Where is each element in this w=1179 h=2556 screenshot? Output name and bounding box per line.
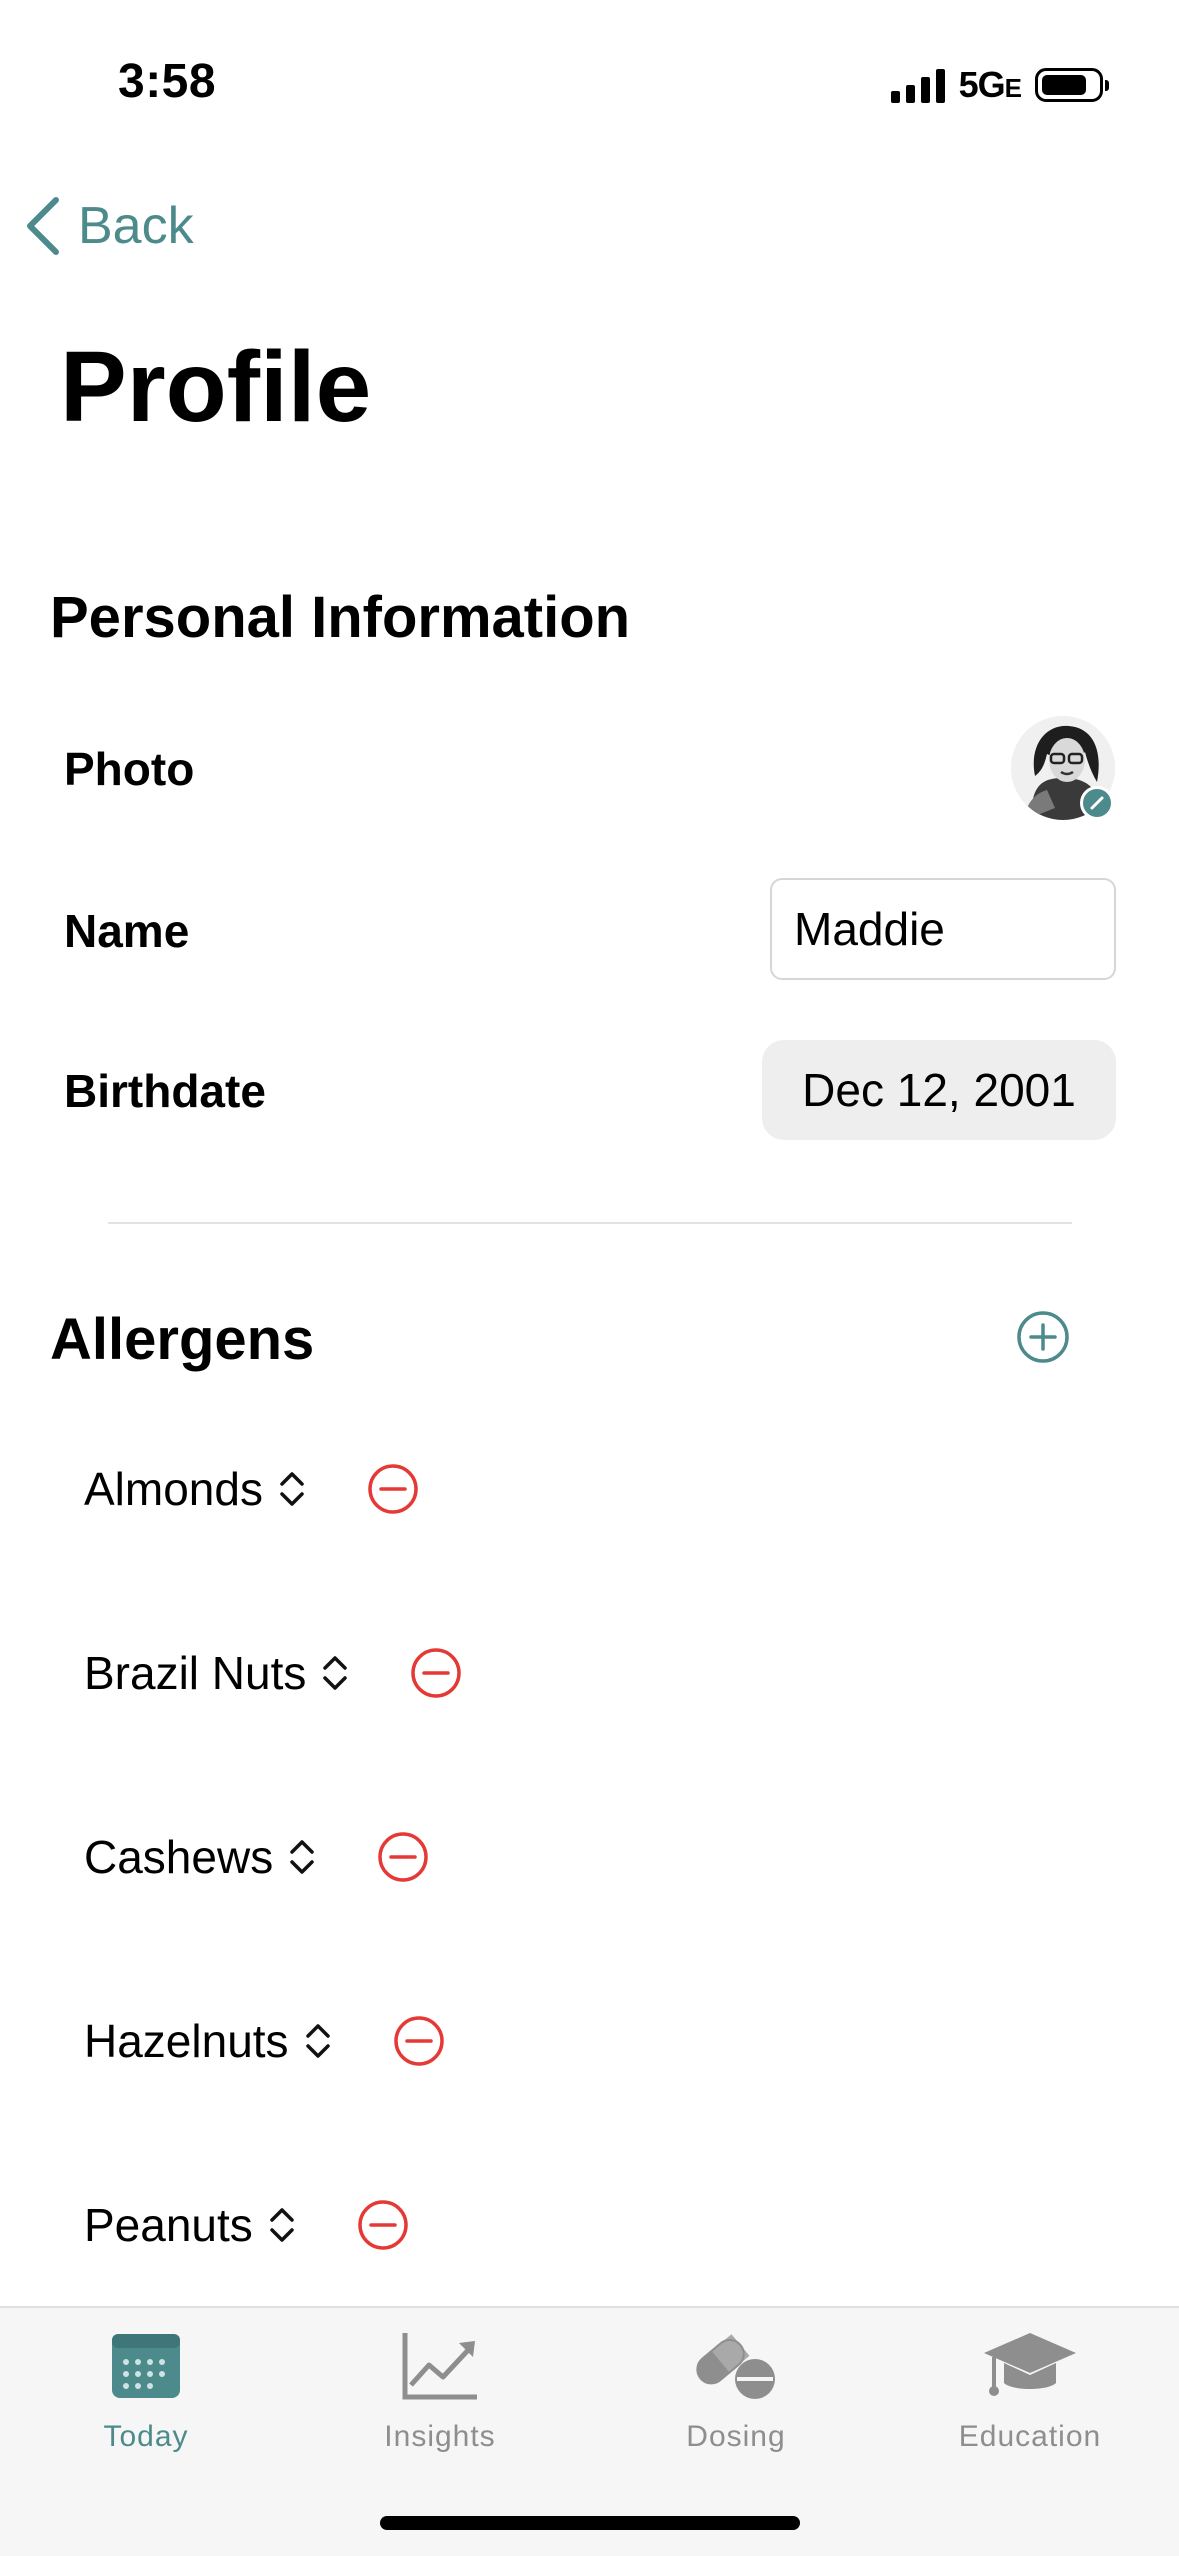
battery-icon <box>1035 68 1109 102</box>
up-down-chevron-icon <box>305 2024 330 2058</box>
page-title: Profile <box>60 331 372 443</box>
back-button[interactable]: Back <box>24 196 194 256</box>
allergen-label: Peanuts <box>84 2199 253 2251</box>
photo-label: Photo <box>64 743 195 795</box>
up-down-chevron-icon <box>290 1840 314 1874</box>
tab-dosing[interactable]: Dosing <box>616 2326 856 2454</box>
allergen-label: Hazelnuts <box>84 2015 289 2067</box>
signal-icon <box>890 67 945 103</box>
status-time: 3:58 <box>118 55 217 108</box>
remove-allergen-button[interactable] <box>357 2199 409 2251</box>
personal-information-heading: Personal Information <box>50 585 631 650</box>
up-down-chevron-icon <box>270 2208 294 2242</box>
allergen-label: Cashews <box>84 1831 274 1883</box>
graduation-cap-icon <box>984 2333 1076 2396</box>
allergen-picker[interactable]: Cashews <box>84 1830 317 1884</box>
chevron-left-icon <box>27 197 59 255</box>
allergen-picker[interactable]: Hazelnuts <box>84 2014 333 2068</box>
remove-allergen-button[interactable] <box>367 1463 419 1515</box>
status-indicators: 5GE <box>890 64 1109 106</box>
remove-allergen-button[interactable] <box>393 2015 445 2067</box>
section-divider <box>108 1222 1072 1224</box>
calendar-icon <box>112 2334 180 2398</box>
allergen-row: Almonds <box>84 1462 419 1516</box>
tab-label-dosing: Dosing <box>686 2420 786 2453</box>
allergen-picker[interactable]: Brazil Nuts <box>84 1646 350 1700</box>
allergen-label: Almonds <box>84 1463 263 1515</box>
up-down-chevron-icon <box>323 1656 348 1690</box>
home-indicator <box>380 2516 800 2530</box>
tab-label-education: Education <box>958 2420 1102 2453</box>
allergen-row: Peanuts <box>84 2198 409 2252</box>
allergen-row: Cashews <box>84 1830 429 1884</box>
name-field[interactable]: Maddie <box>770 878 1116 980</box>
remove-allergen-button[interactable] <box>377 1831 429 1883</box>
profile-screen: 3:58 5GE Back Profile Personal Informati… <box>0 0 1179 2556</box>
allergen-row: Brazil Nuts <box>84 1646 462 1700</box>
name-label: Name <box>64 905 190 957</box>
allergen-picker[interactable]: Peanuts <box>84 2198 297 2252</box>
allergen-row: Hazelnuts <box>84 2014 445 2068</box>
tab-label-insights: Insights <box>384 2420 496 2453</box>
tab-today[interactable]: Today <box>26 2326 266 2454</box>
add-allergen-button[interactable] <box>1016 1310 1070 1364</box>
birthdate-label: Birthdate <box>64 1065 266 1117</box>
network-indicator: 5GE <box>958 64 1022 105</box>
up-down-chevron-icon <box>280 1472 304 1506</box>
birthdate-picker[interactable]: Dec 12, 2001 <box>762 1040 1116 1140</box>
allergen-picker[interactable]: Almonds <box>84 1462 307 1516</box>
tab-insights[interactable]: Insights <box>320 2326 560 2454</box>
allergen-label: Brazil Nuts <box>84 1647 307 1699</box>
remove-allergen-button[interactable] <box>410 1647 462 1699</box>
pencil-icon <box>1090 796 1104 810</box>
back-label: Back <box>78 197 194 255</box>
tab-education[interactable]: Education <box>910 2326 1150 2454</box>
pill-icon <box>696 2334 775 2399</box>
chart-icon <box>402 2333 477 2400</box>
edit-photo-button[interactable] <box>1080 786 1114 820</box>
tab-label-today: Today <box>103 2420 189 2453</box>
allergens-heading: Allergens <box>50 1307 315 1372</box>
